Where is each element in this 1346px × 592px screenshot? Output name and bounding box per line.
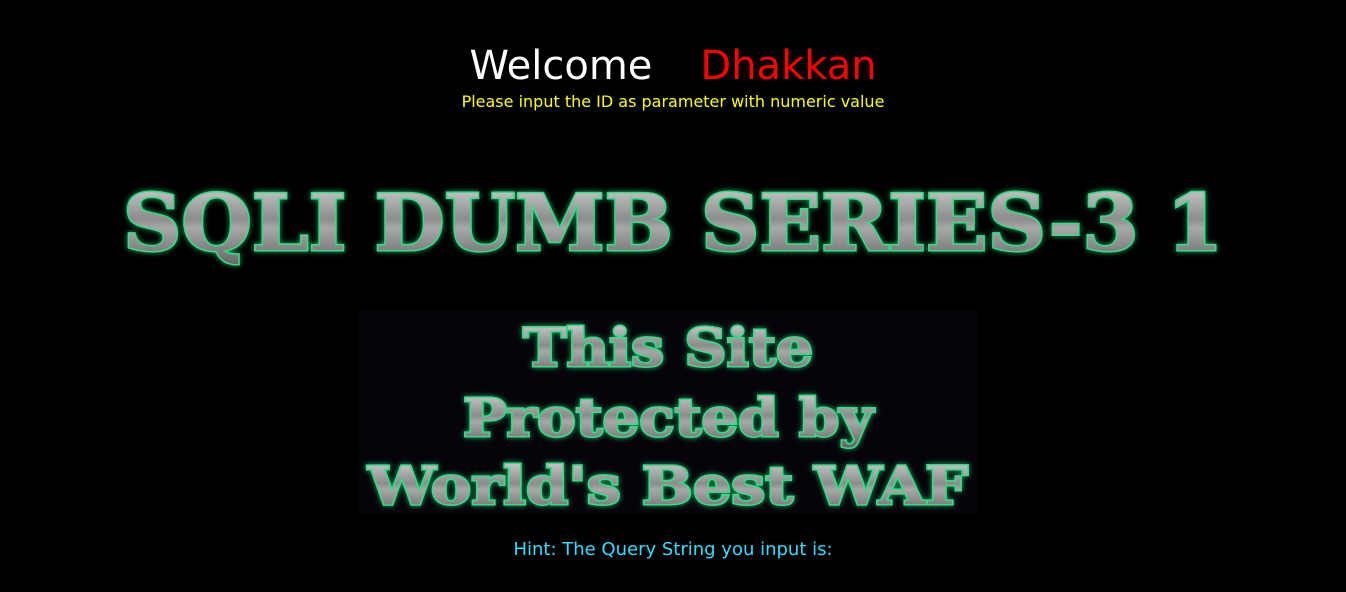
welcome-heading: Welcome Dhakkan [0, 40, 1346, 92]
waf-line-1: This Site [523, 318, 813, 379]
waf-line-3: World's Best WAF [367, 456, 968, 514]
instruction-text: Please input the ID as parameter with nu… [461, 92, 885, 111]
welcome-text: Welcome [469, 43, 653, 89]
series-title-text: SQLI DUMB SERIES-3 1 [123, 178, 1223, 269]
waf-line-2: Protected by [463, 388, 875, 449]
query-hint: Hint: The Query String you input is: [513, 539, 833, 560]
series-title-banner: SQLI DUMB SERIES-3 1 [96, 176, 1250, 272]
waf-banner-image: This Site Protected by World's Best WAF [358, 310, 978, 514]
user-name: Dhakkan [700, 43, 877, 89]
